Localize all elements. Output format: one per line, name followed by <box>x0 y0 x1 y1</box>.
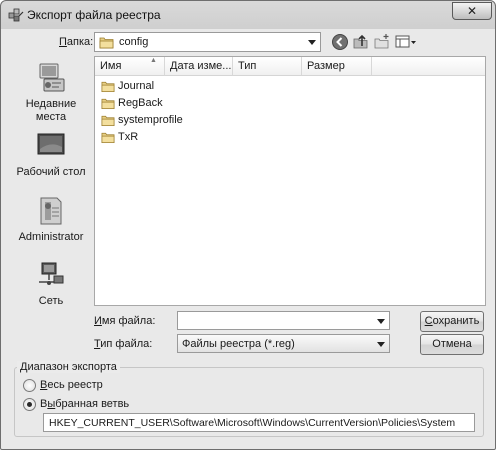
close-icon: ✕ <box>466 4 478 18</box>
filetype-select[interactable]: Файлы реестра (*.reg) <box>177 334 390 353</box>
file-list[interactable]: ▲ Имя Дата изме... Тип Размер Journal Re… <box>94 56 486 306</box>
place-label: Рабочий стол <box>16 166 86 178</box>
place-desktop[interactable]: Рабочий стол <box>8 129 94 179</box>
place-network[interactable]: Сеть <box>8 258 94 308</box>
place-user[interactable]: Administrator <box>8 194 94 244</box>
network-icon <box>39 262 64 285</box>
up-folder-icon[interactable] <box>352 33 370 51</box>
radio-selected-branch[interactable] <box>23 398 36 411</box>
window-title: Экспорт файла реестра <box>27 8 161 22</box>
place-label: Administrator <box>18 231 84 243</box>
current-folder: config <box>119 36 149 48</box>
folder-icon <box>101 115 115 127</box>
export-registry-dialog: Экспорт файла реестра ✕ Папка: config Не… <box>0 0 496 450</box>
folder-icon <box>101 98 115 110</box>
recent-places-icon <box>39 63 65 92</box>
branch-path-input[interactable]: HKEY_CURRENT_USER\Software\Microsoft\Win… <box>43 413 475 432</box>
filename-label: Имя файла: <box>94 315 156 327</box>
sort-ascending-icon: ▲ <box>150 57 157 64</box>
chevron-down-icon[interactable] <box>308 40 316 45</box>
folder-label: Папка: <box>59 36 94 48</box>
close-button[interactable]: ✕ <box>452 2 492 20</box>
column-header-type[interactable]: Тип <box>233 57 302 76</box>
save-button[interactable]: Сохранить <box>420 311 484 332</box>
registry-editor-icon <box>8 8 24 22</box>
column-header-empty <box>372 57 485 76</box>
place-recent[interactable]: Недавние места <box>8 61 94 124</box>
user-folder-icon <box>40 197 62 225</box>
column-header-size[interactable]: Размер <box>302 57 372 76</box>
radio-whole-registry-label[interactable]: Весь реестр <box>40 379 103 391</box>
branch-path-value: HKEY_CURRENT_USER\Software\Microsoft\Win… <box>49 417 456 429</box>
title-bar[interactable]: Экспорт файла реестра ✕ <box>1 1 495 29</box>
export-range-title: Диапазон экспорта <box>17 361 120 373</box>
back-icon[interactable] <box>331 33 349 51</box>
places-bar: Недавние места Рабочий стол Administrato… <box>8 56 91 356</box>
new-folder-icon[interactable] <box>373 33 391 51</box>
place-label: места <box>35 111 67 123</box>
views-menu-icon[interactable] <box>394 33 418 51</box>
folder-icon <box>101 81 115 93</box>
column-header-name[interactable]: ▲ Имя <box>95 57 165 76</box>
column-header-date[interactable]: Дата изме... <box>165 57 233 76</box>
folder-icon <box>101 132 115 144</box>
filename-combo[interactable] <box>177 311 390 330</box>
chevron-down-icon[interactable] <box>377 342 385 347</box>
filetype-value: Файлы реестра (*.reg) <box>182 338 295 350</box>
radio-selected-branch-label[interactable]: Выбранная ветвь <box>40 398 129 410</box>
folder-icon <box>99 37 114 49</box>
cancel-button[interactable]: Отмена <box>420 334 484 355</box>
radio-whole-registry[interactable] <box>23 379 36 392</box>
desktop-icon <box>37 133 65 155</box>
chevron-down-icon[interactable] <box>377 319 385 324</box>
folder-combo[interactable]: config <box>94 32 321 52</box>
place-label: Недавние <box>25 98 77 110</box>
filetype-label: Тип файла: <box>94 338 153 350</box>
place-label: Сеть <box>38 295 64 307</box>
